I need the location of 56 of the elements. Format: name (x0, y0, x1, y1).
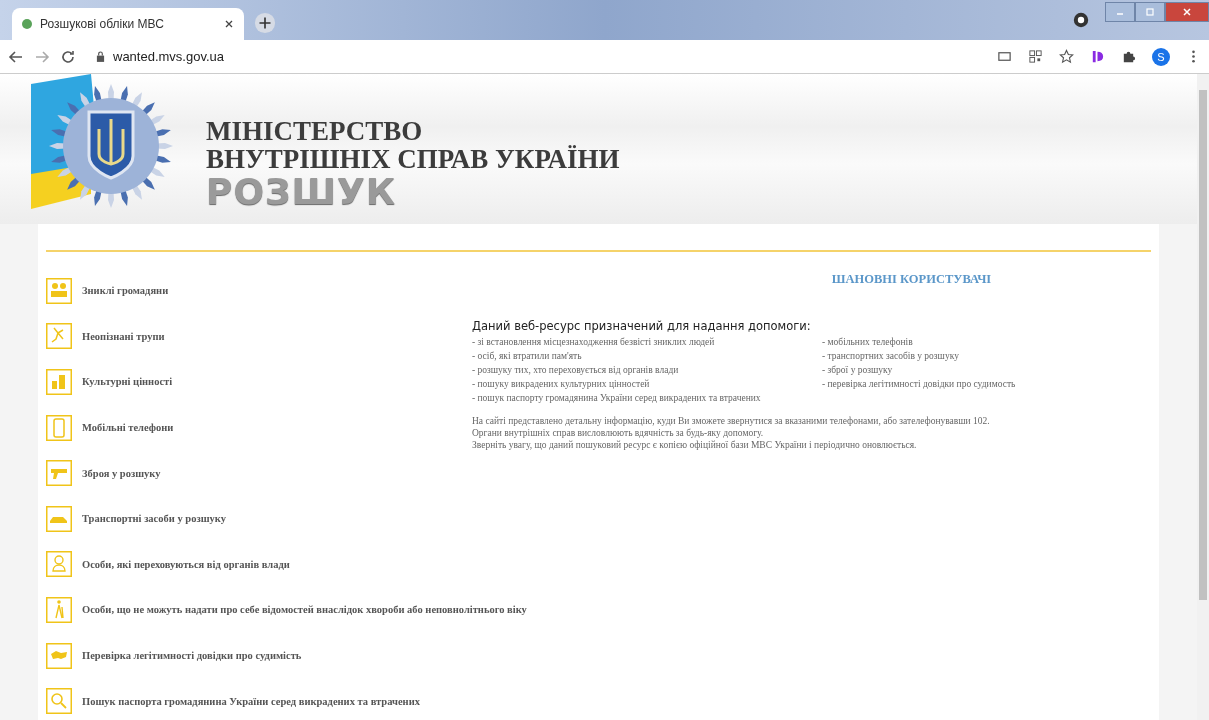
browser-tab[interactable]: Розшукові обліки МВС (12, 8, 244, 40)
close-icon[interactable] (224, 19, 234, 29)
qr-icon[interactable] (1028, 49, 1043, 64)
menu-link[interactable]: Неопізнані трупи (82, 330, 165, 342)
list-item: - транспортних засобів у розшуку (822, 350, 960, 363)
window-close-button[interactable] (1165, 2, 1209, 22)
pistol-icon[interactable] (46, 460, 72, 487)
site-favicon (22, 19, 32, 29)
list-item: - розшуку тих, хто переховується від органів влади (472, 364, 680, 377)
close-icon (1182, 7, 1192, 17)
phone-icon[interactable] (46, 414, 72, 441)
star-icon[interactable] (1059, 49, 1074, 64)
site-title: ВНУТРІШНІХ СПРАВ УКРАЇНИ (206, 145, 620, 173)
cane-figure-icon[interactable] (46, 596, 72, 623)
lock-icon (96, 51, 105, 62)
list-item: - перевірка легітимності довідки про судимость (822, 378, 1016, 391)
list-item: - осіб, які втратили пам'ять (472, 350, 583, 363)
section-heading: ШАНОВНІ КОРИСТУВАЧІ (830, 272, 993, 287)
info-text: Органи внутрішніх справ висловлюють вдячність за будь-яку допомогу. (472, 427, 765, 439)
search-icon[interactable] (46, 688, 72, 715)
profile-avatar[interactable]: S (1152, 47, 1170, 66)
map-icon[interactable] (46, 642, 72, 669)
forward-icon[interactable] (34, 48, 50, 65)
maximize-button[interactable] (1135, 2, 1165, 22)
address-bar[interactable]: wanted.mvs.gov.ua (86, 43, 981, 70)
bust-icon[interactable] (46, 551, 72, 578)
menu-link[interactable]: Особи, що не можуть надати про себе відомостей внаслідок хвороби або неповнолітнього віку (82, 604, 527, 616)
list-item: - зброї у розшуку (822, 364, 894, 377)
menu-link[interactable]: Транспортні засоби у розшуку (82, 513, 226, 525)
list-item: - пошук паспорту громадянина України серед викрадених та втрачених (472, 392, 762, 405)
extension-icon[interactable] (1090, 49, 1105, 64)
record-icon[interactable] (1073, 12, 1089, 28)
info-text: Зверніть увагу, що даний пошуковий ресурс є копією офіційної бази МВС України і періодично оновлюється. (472, 439, 918, 451)
puzzle-icon[interactable] (1121, 49, 1136, 64)
info-text: На сайті представлено детальну інформацію, куди Ви зможете звернутися за вказаними телефонами, або зателефонувавши 102. (472, 415, 991, 427)
menu-link[interactable]: Мобільні телефони (82, 422, 174, 434)
figure-icon[interactable] (46, 323, 72, 350)
menu-link[interactable]: Перевірка легітимності довідки про судимість (82, 650, 302, 662)
maximize-icon (1145, 7, 1155, 17)
new-tab-icon[interactable] (254, 12, 276, 34)
intro-text: Даний веб-ресурс призначений для надання допомоги: (472, 319, 812, 333)
menu-link[interactable]: Пошук паспорта громадянина України серед викрадених та втрачених (82, 695, 420, 707)
menu-link[interactable]: Зброя у розшуку (82, 467, 161, 479)
menu-link[interactable]: Культурні цінності (82, 376, 173, 388)
menu-link[interactable]: Особи, які переховуються від органів влади (82, 558, 290, 570)
menu-link[interactable]: Зниклі громадяни (82, 285, 169, 297)
list-item: - пошуку викрадених культурних цінностей (472, 378, 651, 391)
people-icon[interactable] (46, 277, 72, 304)
back-icon[interactable] (8, 48, 24, 65)
list-item: - мобільних телефонів (822, 336, 914, 349)
minimize-button[interactable] (1105, 2, 1135, 22)
reload-icon[interactable] (60, 48, 76, 65)
list-item: - зі встановлення місцезнаходження безвісті зниклих людей (472, 336, 716, 349)
site-title: МІНІСТЕРСТВО (206, 117, 424, 145)
scrollbar[interactable] (1197, 74, 1209, 720)
site-subtitle: РОЗШУК (206, 173, 398, 211)
